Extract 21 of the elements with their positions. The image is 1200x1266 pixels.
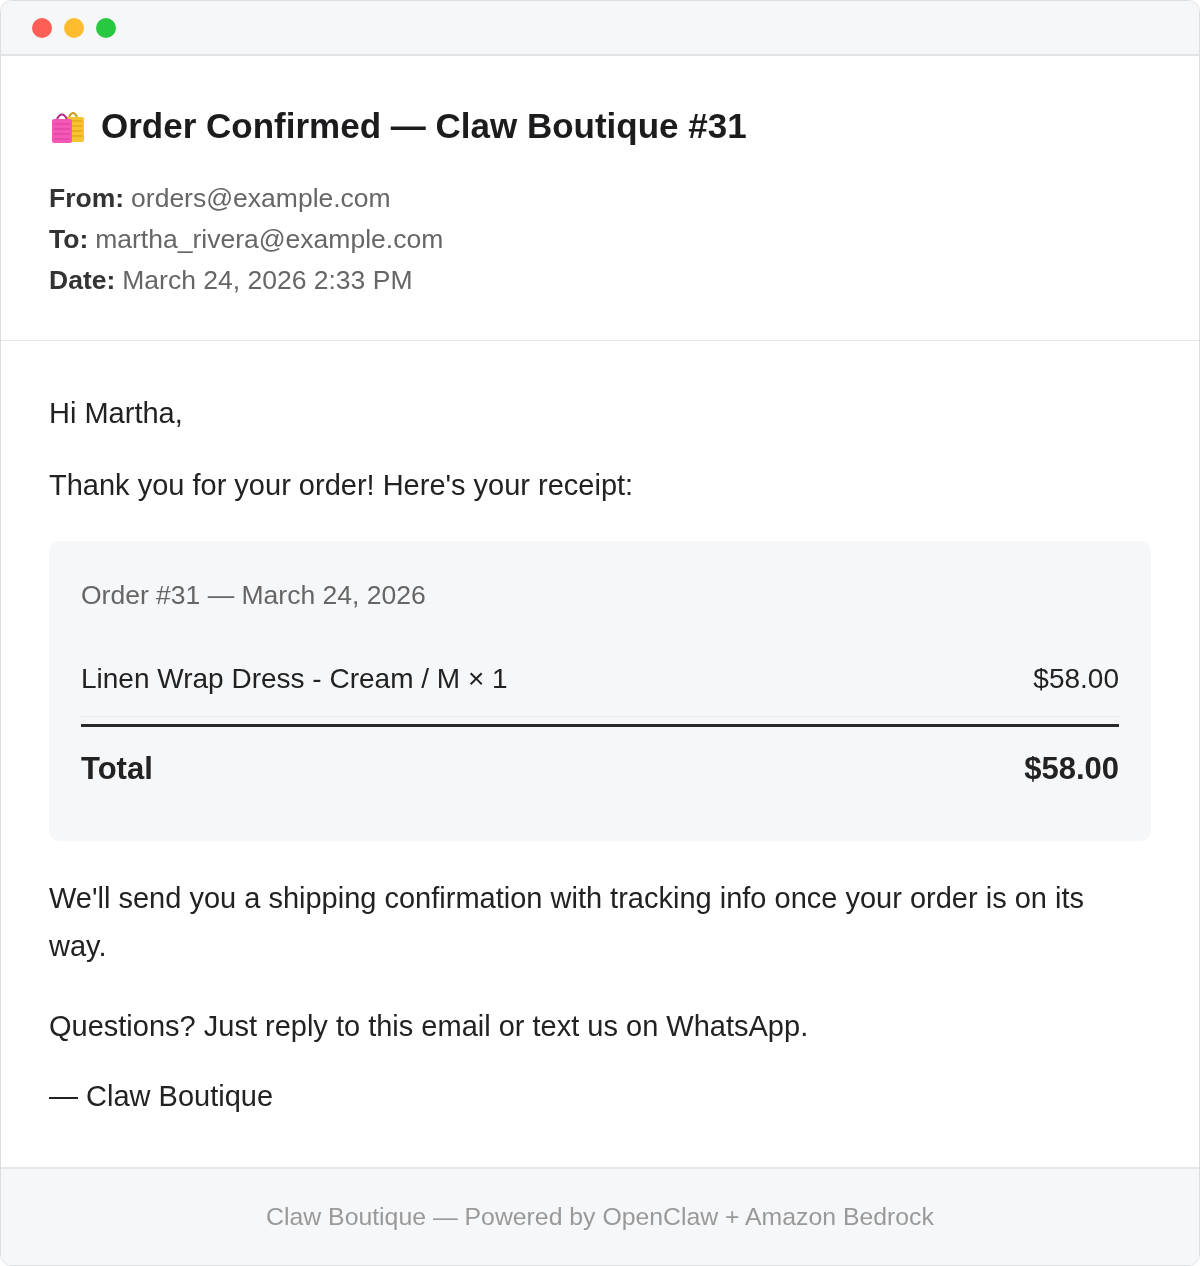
header-label: Date: xyxy=(49,264,116,297)
body-paragraph: Questions? Just reply to this email or text us on WhatsApp. xyxy=(49,1009,810,1044)
total-label: Total xyxy=(81,750,153,788)
header-value: orders@example.com xyxy=(131,182,391,215)
total-amount: $58.00 xyxy=(1024,750,1119,788)
minimize-button[interactable] xyxy=(64,17,84,38)
footer-text: Claw Boutique — Powered by OpenClaw + Amazon Bedrock xyxy=(266,1203,934,1231)
header-value: martha_rivera@example.com xyxy=(95,223,444,256)
header-label: From: xyxy=(49,182,125,215)
greeting-text: Hi Martha, xyxy=(49,396,184,431)
item-price: $58.00 xyxy=(1033,662,1119,696)
close-button[interactable] xyxy=(32,17,52,38)
header-value: March 24, 2026 2:33 PM xyxy=(122,264,413,297)
zoom-button[interactable] xyxy=(96,17,116,38)
email-subject: Order Confirmed — Claw Boutique #31 xyxy=(101,105,747,147)
item-description: Linen Wrap Dress - Cream / M × 1 xyxy=(81,662,508,696)
signature-text: — Claw Boutique xyxy=(49,1079,275,1114)
header-label: To: xyxy=(49,223,89,256)
intro-text: Thank you for your order! Here's your receipt: xyxy=(49,468,635,503)
body-paragraph: We'll send you a shipping confirmation with tracking info once your order is on its way. xyxy=(49,881,1086,964)
order-heading: Order #31 — March 24, 2026 xyxy=(81,579,427,612)
